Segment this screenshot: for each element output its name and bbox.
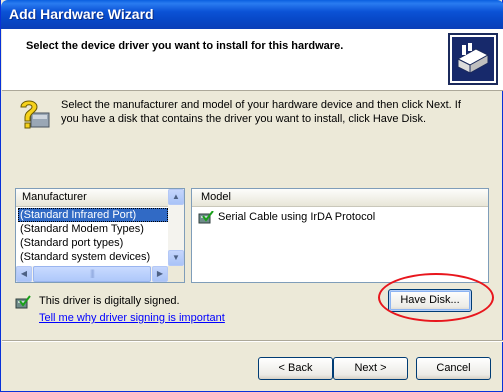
- model-list[interactable]: Model Serial Cable using IrDA Protocol: [191, 188, 489, 283]
- instruction-text: Select the manufacturer and model of you…: [61, 99, 461, 125]
- wizard-window: Add Hardware Wizard Select the device dr…: [0, 0, 503, 392]
- question-icon: [20, 100, 50, 129]
- manufacturer-column-header[interactable]: Manufacturer: [16, 189, 170, 207]
- scroll-down-icon[interactable]: ▼: [168, 250, 184, 266]
- manufacturer-list[interactable]: Manufacturer (Standard Infrared Port) (S…: [15, 188, 185, 283]
- window-title: Add Hardware Wizard: [9, 6, 154, 22]
- certified-driver-icon: [198, 210, 214, 223]
- manufacturer-items: (Standard Infrared Port) (Standard Modem…: [18, 208, 168, 264]
- manufacturer-item[interactable]: (Standard port types): [18, 236, 168, 250]
- model-item[interactable]: Serial Cable using IrDA Protocol: [198, 210, 376, 224]
- manufacturer-item[interactable]: (Standard system devices): [18, 250, 168, 264]
- scroll-right-icon[interactable]: ▶: [152, 266, 168, 282]
- horizontal-scrollbar[interactable]: ◀ ||| ▶: [16, 266, 168, 282]
- next-button[interactable]: Next >: [333, 357, 408, 380]
- cancel-button[interactable]: Cancel: [416, 357, 491, 380]
- vertical-scrollbar[interactable]: ▲ ▼: [168, 189, 184, 266]
- back-button[interactable]: < Back: [258, 357, 333, 380]
- footer-divider: [2, 340, 503, 342]
- model-column-header[interactable]: Model: [192, 189, 488, 207]
- title-bar[interactable]: Add Hardware Wizard: [1, 0, 503, 29]
- scrollbar-corner: [168, 266, 184, 282]
- page-heading: Select the device driver you want to ins…: [26, 40, 344, 52]
- signed-driver-icon: [15, 295, 31, 309]
- wizard-header: Select the device driver you want to ins…: [2, 29, 503, 91]
- have-disk-button[interactable]: Have Disk...: [388, 289, 472, 312]
- manufacturer-item[interactable]: (Standard Infrared Port): [18, 208, 168, 222]
- scroll-left-icon[interactable]: ◀: [16, 266, 32, 282]
- scroll-up-icon[interactable]: ▲: [168, 189, 184, 205]
- driver-signing-link[interactable]: Tell me why driver signing is important: [39, 312, 225, 324]
- model-item-label: Serial Cable using IrDA Protocol: [218, 211, 376, 223]
- scroll-thumb[interactable]: |||: [33, 266, 151, 282]
- signing-status: This driver is digitally signed.: [39, 295, 180, 307]
- manufacturer-item[interactable]: (Standard Modem Types): [18, 222, 168, 236]
- hardware-wizard-icon: [448, 33, 498, 85]
